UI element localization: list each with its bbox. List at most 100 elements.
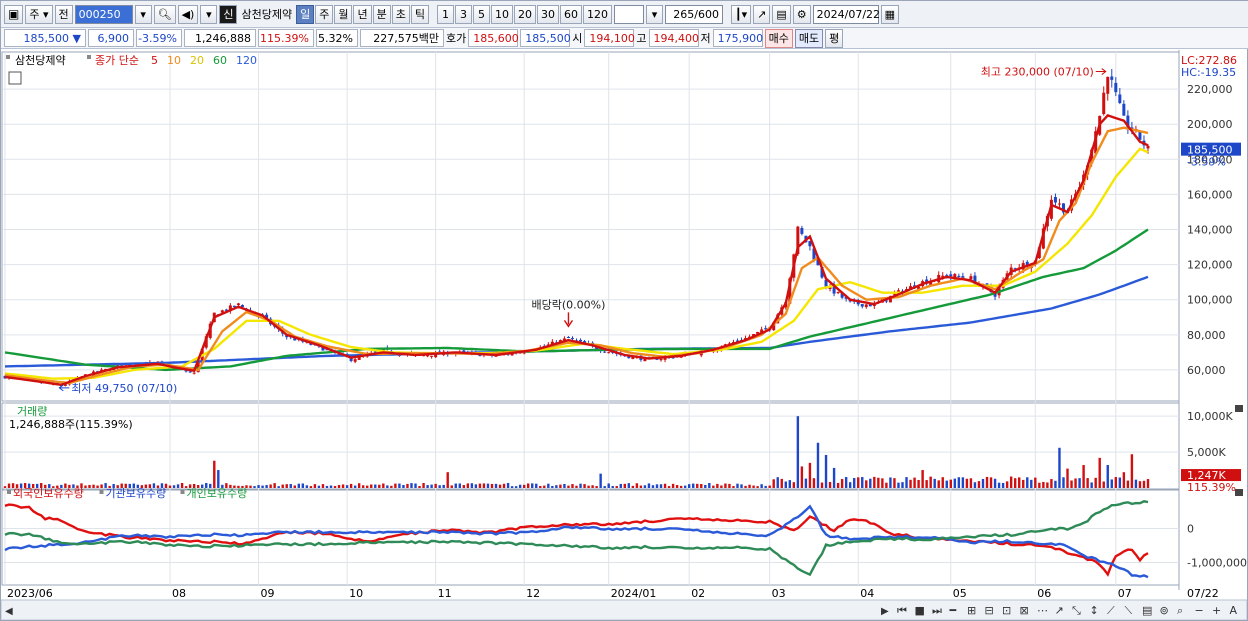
save-icon[interactable]: ▤ bbox=[772, 4, 791, 24]
prev-button[interactable]: 전 bbox=[54, 4, 73, 24]
draw-tool-icon[interactable]: ↗ bbox=[753, 4, 771, 24]
interval-tab-120[interactable]: 120 bbox=[582, 4, 612, 24]
speaker-dropdown-icon[interactable]: ▾ bbox=[200, 4, 218, 24]
volume-bar bbox=[740, 484, 743, 488]
interval-tab-3[interactable]: 3 bbox=[454, 4, 472, 24]
period-tab-년[interactable]: 년 bbox=[353, 4, 372, 24]
volume-bar bbox=[1134, 479, 1138, 488]
ma120-line bbox=[4, 275, 1149, 368]
date-input[interactable]: 2024/07/22 bbox=[812, 4, 880, 24]
volume-bar bbox=[357, 483, 361, 488]
volume-bar bbox=[490, 483, 494, 488]
volume-bar bbox=[619, 483, 622, 488]
volume-bar bbox=[253, 486, 256, 488]
period-tab-분[interactable]: 분 bbox=[372, 4, 391, 24]
volume-bar bbox=[901, 482, 904, 488]
price-pct-label: -3.59% bbox=[1187, 156, 1226, 169]
average-button[interactable]: 평 bbox=[825, 28, 844, 48]
volume-bar bbox=[1102, 481, 1105, 488]
chart-tool-icon-7: ⊠ bbox=[1020, 604, 1029, 617]
volume-bar bbox=[3, 486, 7, 488]
volume-bar bbox=[462, 485, 466, 488]
ma-legend-5: 5 bbox=[151, 54, 158, 67]
sell-button[interactable]: 매도 bbox=[794, 28, 824, 48]
interval-tab-30[interactable]: 30 bbox=[536, 4, 559, 24]
volume-bar bbox=[1130, 454, 1134, 488]
interval-tab-5[interactable]: 5 bbox=[472, 4, 490, 24]
buy-button[interactable]: 매수 bbox=[764, 28, 793, 48]
gear-icon[interactable]: ⚙ bbox=[792, 4, 811, 24]
candle-body bbox=[603, 351, 607, 353]
grid-lines: 60,000 80,000 100,000 120,000 140,000 160,000… bbox=[1, 50, 1247, 590]
ma-legend-10: 10 bbox=[167, 54, 181, 67]
period-tab-주[interactable]: 주 bbox=[315, 4, 334, 24]
stock-code-input[interactable]: 000250 bbox=[74, 4, 133, 24]
volume-ratio: 115.39% bbox=[258, 29, 314, 47]
date-tick-label: 07 bbox=[1118, 587, 1132, 600]
candle-type-icon[interactable]: ┃▾ bbox=[730, 4, 752, 24]
volume-bar bbox=[853, 477, 856, 488]
market-select[interactable]: 주 ▾ bbox=[25, 4, 53, 24]
interval-custom-input[interactable] bbox=[613, 4, 644, 24]
volume-bar bbox=[301, 483, 305, 488]
chart-tool-icon-18: + bbox=[1212, 604, 1221, 617]
volume-bar bbox=[269, 484, 272, 488]
price-tick-label: 120,000 bbox=[1187, 259, 1233, 272]
volume-bar bbox=[1038, 482, 1041, 488]
volume-bar bbox=[881, 478, 884, 488]
volume-bar bbox=[531, 483, 534, 488]
interval-tab-10[interactable]: 10 bbox=[490, 4, 513, 24]
volume-bar bbox=[1026, 477, 1029, 488]
price-tick-label: 160,000 bbox=[1187, 188, 1233, 201]
volume-bar bbox=[599, 473, 602, 488]
period-tab-일[interactable]: 일 bbox=[296, 4, 315, 24]
volume-bar bbox=[361, 485, 365, 488]
volume-bar bbox=[1122, 472, 1126, 488]
volume-bar bbox=[494, 483, 498, 488]
search-icon[interactable]: 🔍︎ bbox=[153, 4, 176, 24]
volume-bar bbox=[861, 477, 864, 488]
period-tab-틱[interactable]: 틱 bbox=[410, 4, 429, 24]
volume-bar bbox=[909, 479, 912, 488]
volume-bar bbox=[559, 484, 562, 488]
volume-bar bbox=[313, 484, 317, 488]
volume-bar bbox=[800, 466, 804, 488]
interval-tab-60[interactable]: 60 bbox=[559, 4, 582, 24]
volume-bar bbox=[1070, 480, 1073, 488]
holdings-panel: 외국인보유수량 기관보유수량 개인보유수량 bbox=[4, 487, 1243, 579]
interval-tab-20[interactable]: 20 bbox=[513, 4, 536, 24]
interval-dropdown-icon[interactable]: ▾ bbox=[645, 4, 663, 24]
interval-tab-1[interactable]: 1 bbox=[436, 4, 454, 24]
count-input[interactable]: 265/600 bbox=[664, 4, 723, 24]
calendar-icon[interactable]: ▦ bbox=[880, 4, 900, 24]
period-tab-초[interactable]: 초 bbox=[391, 4, 410, 24]
volume-bar bbox=[768, 485, 771, 488]
price-change: 6,900 bbox=[88, 29, 134, 47]
volume-bar bbox=[651, 485, 655, 488]
volume-bar bbox=[985, 476, 989, 488]
candle-body bbox=[800, 228, 804, 234]
volume-bar bbox=[607, 483, 610, 488]
window-menu-icon[interactable]: ▣ bbox=[4, 4, 24, 24]
end-date-label: 07/22 bbox=[1187, 587, 1219, 600]
holdings-legend-2: 개인보유수량 bbox=[187, 487, 248, 500]
volume-bar bbox=[100, 484, 103, 488]
volume-bar bbox=[289, 484, 292, 488]
volume-bar bbox=[756, 486, 759, 488]
high-price: 194,400 bbox=[648, 29, 699, 47]
candle-body bbox=[1118, 94, 1122, 104]
speaker-icon[interactable]: ◀) bbox=[177, 4, 199, 24]
code-dropdown-icon[interactable]: ▾ bbox=[134, 4, 152, 24]
holdings-close-icon bbox=[1235, 489, 1243, 496]
volume-bar bbox=[92, 484, 95, 488]
volume-bar bbox=[535, 483, 538, 488]
chart-tool-icon-10: ⤡ bbox=[1072, 604, 1081, 617]
trade-amount: 227,575백만 bbox=[360, 29, 444, 47]
volume-bar bbox=[551, 486, 554, 488]
volume-bar bbox=[438, 485, 441, 488]
period-tab-월[interactable]: 월 bbox=[334, 4, 353, 24]
volume-bar bbox=[353, 485, 357, 488]
volume-bar bbox=[466, 483, 470, 488]
volume-bar bbox=[615, 486, 618, 488]
bottom-scrollbar[interactable]: ◀ ▶ ⏮ ■ ⏭ ━ ⊞ ⊟ ⊡ ⊠ ⋯ ↗ ⤡ ↕ ⟋ ⟍ ▤ ⊚ ⌕ − + A bbox=[1, 599, 1247, 620]
